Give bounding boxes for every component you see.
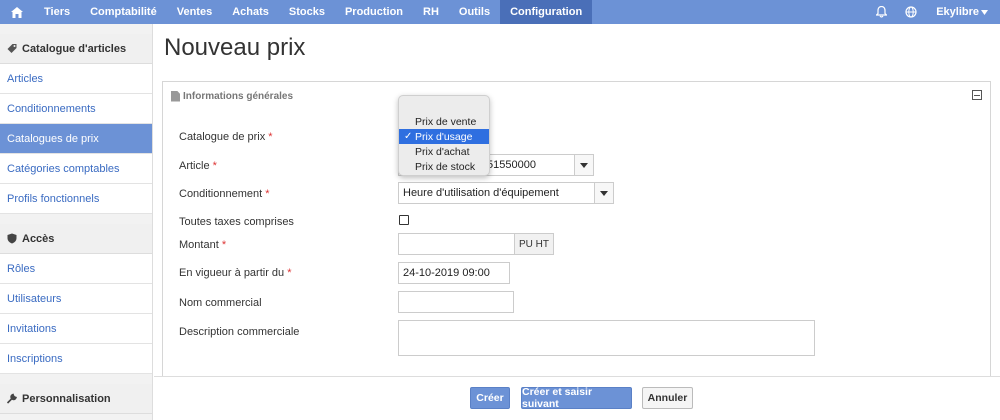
dropdown-option-prix-d-usage[interactable]: ✓ Prix d'usage <box>399 129 489 144</box>
label-catalogue: Catalogue de prix * <box>179 131 273 143</box>
sidebar-section-catalogue: Catalogue d'articles <box>0 34 152 64</box>
label-nom-commercial: Nom commercial <box>179 297 262 309</box>
nav-comptabilite[interactable]: Comptabilité <box>80 0 167 24</box>
sidebar-item-articles[interactable]: Articles <box>0 64 152 94</box>
sidebar: Catalogue d'articles Articles Conditionn… <box>0 24 153 420</box>
general-info-panel: Informations générales Catalogue de prix… <box>162 81 991 389</box>
home-button[interactable] <box>0 0 34 24</box>
create-and-next-button[interactable]: Créer et saisir suivant <box>521 386 632 410</box>
label-vigueur: En vigueur à partir du * <box>179 267 292 279</box>
nav-outils[interactable]: Outils <box>449 0 500 24</box>
vigueur-datetime-input[interactable]: 24-10-2019 09:00 <box>398 262 510 284</box>
sidebar-section-title: Personnalisation <box>22 392 111 405</box>
nav-ventes[interactable]: Ventes <box>167 0 222 24</box>
required-mark: * <box>212 160 217 172</box>
form-actions: Créer Créer et saisir suivant Annuler <box>154 376 1000 420</box>
dropdown-option-prix-de-stock[interactable]: Prix de stock <box>399 159 489 174</box>
language-button[interactable] <box>896 0 926 24</box>
sidebar-item-inscriptions[interactable]: Inscriptions <box>0 344 152 374</box>
nav-configuration[interactable]: Configuration <box>500 0 593 24</box>
label-montant: Montant * <box>179 239 227 251</box>
required-mark: * <box>221 239 227 251</box>
required-mark: * <box>265 188 270 200</box>
description-textarea[interactable] <box>398 320 815 356</box>
sidebar-item-utilisateurs[interactable]: Utilisateurs <box>0 284 152 314</box>
sidebar-section-title: Accès <box>22 232 55 245</box>
notifications-button[interactable] <box>866 0 896 24</box>
montant-input[interactable] <box>398 233 515 255</box>
sidebar-item-categories-comptables[interactable]: Catégories comptables <box>0 154 152 184</box>
nav-achats[interactable]: Achats <box>222 0 279 24</box>
user-menu[interactable]: Ekylibre <box>926 0 1000 24</box>
montant-unit-addon: PU HT <box>514 233 554 255</box>
nav-tiers[interactable]: Tiers <box>34 0 80 24</box>
panel-title: Informations générales <box>183 90 294 102</box>
wrench-icon <box>6 393 17 404</box>
required-mark: * <box>287 267 292 279</box>
sidebar-section-acces: Accès <box>0 224 152 254</box>
home-icon <box>11 6 23 18</box>
nom-commercial-input[interactable] <box>398 291 514 313</box>
bell-icon <box>875 6 887 18</box>
article-dropdown-button[interactable] <box>574 154 594 176</box>
dropdown-option-prix-de-vente[interactable]: Prix de vente <box>399 114 489 129</box>
sidebar-item-roles[interactable]: Rôles <box>0 254 152 284</box>
label-conditionnement: Conditionnement * <box>179 188 270 200</box>
checkmark-icon: ✓ <box>404 131 413 142</box>
top-navbar: Tiers Comptabilité Ventes Achats Stocks … <box>0 0 1000 24</box>
sidebar-item-invitations[interactable]: Invitations <box>0 314 152 344</box>
sidebar-item-conditionnements[interactable]: Conditionnements <box>0 94 152 124</box>
ttc-checkbox[interactable] <box>399 215 409 225</box>
page-title: Nouveau prix <box>164 34 306 61</box>
required-mark: * <box>268 131 273 143</box>
sidebar-item-catalogues-de-prix[interactable]: Catalogues de prix <box>0 124 152 154</box>
dropdown-option-prix-d-achat[interactable]: Prix d'achat <box>399 144 489 159</box>
create-button[interactable]: Créer <box>470 387 510 409</box>
conditionnement-dropdown-button[interactable] <box>594 182 614 204</box>
nav-production[interactable]: Production <box>335 0 413 24</box>
main-content: Nouveau prix Informations générales Cata… <box>154 24 1000 420</box>
shield-icon <box>7 233 17 244</box>
label-description: Description commerciale <box>179 326 300 338</box>
sidebar-section-personnalisation: Personnalisation <box>0 384 152 414</box>
conditionnement-select[interactable]: Heure d'utilisation d'équipement <box>398 182 595 204</box>
label-ttc: Toutes taxes comprises <box>179 216 294 228</box>
caret-down-icon <box>981 9 988 15</box>
nav-rh[interactable]: RH <box>413 0 449 24</box>
cancel-button[interactable]: Annuler <box>642 387 693 409</box>
article-value: 51550000 <box>487 159 536 171</box>
conditionnement-value: Heure d'utilisation d'équipement <box>403 187 559 199</box>
tag-icon <box>7 44 17 53</box>
document-icon <box>171 90 180 102</box>
nav-stocks[interactable]: Stocks <box>279 0 335 24</box>
sidebar-item-profils-fonctionnels[interactable]: Profils fonctionnels <box>0 184 152 214</box>
sidebar-section-title: Catalogue d'articles <box>22 42 127 55</box>
globe-icon <box>905 6 917 18</box>
label-article: Article * <box>179 160 217 172</box>
collapse-icon[interactable] <box>972 90 982 100</box>
catalogue-dropdown-menu[interactable]: Prix de vente ✓ Prix d'usage Prix d'acha… <box>398 95 490 176</box>
panel-header: Informations générales <box>163 82 990 110</box>
user-name: Ekylibre <box>936 6 979 18</box>
